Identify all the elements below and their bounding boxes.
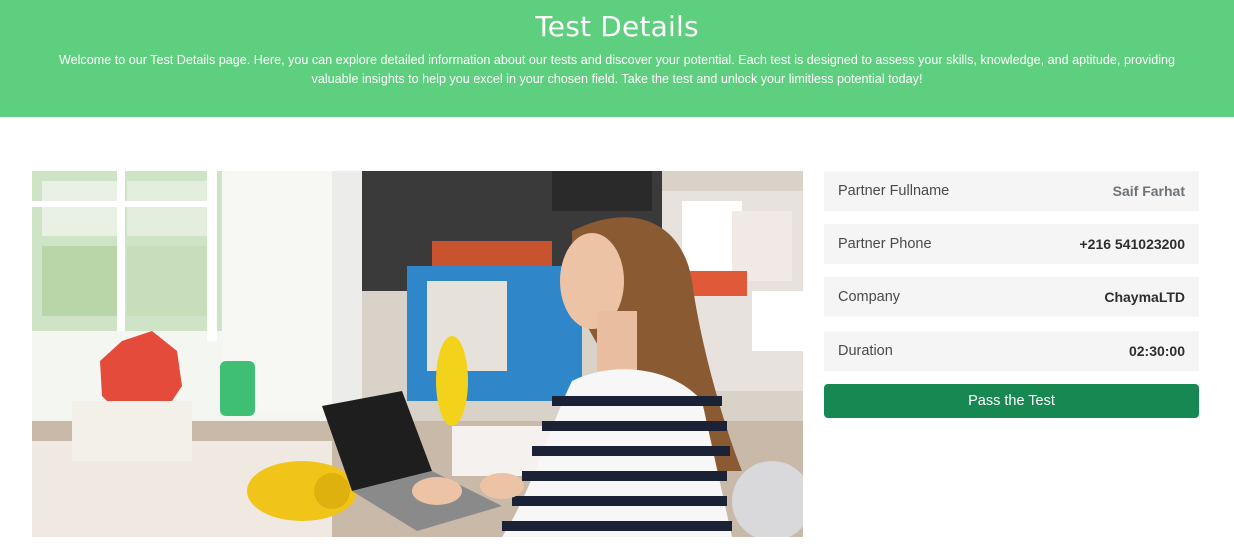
partner-phone-label: Partner Phone bbox=[838, 236, 932, 252]
page-description: Welcome to our Test Details page. Here, … bbox=[58, 53, 1176, 86]
partner-phone-row: Partner Phone +216 541023200 bbox=[824, 224, 1199, 264]
page-title: Test Details bbox=[535, 10, 699, 43]
page-header: Test Details Welcome to our Test Details… bbox=[0, 0, 1234, 117]
partner-fullname-label: Partner Fullname bbox=[838, 183, 950, 199]
test-image bbox=[32, 171, 803, 537]
partner-phone-value: +216 541023200 bbox=[1079, 236, 1186, 252]
duration-row: Duration 02:30:00 bbox=[824, 331, 1199, 371]
duration-label: Duration bbox=[838, 343, 893, 359]
partner-fullname-value: Saif Farhat bbox=[1112, 183, 1185, 199]
partner-fullname-row: Partner Fullname Saif Farhat bbox=[824, 171, 1199, 211]
duration-value: 02:30:00 bbox=[1128, 343, 1185, 359]
company-value: ChaymaLTD bbox=[1104, 289, 1185, 305]
company-row: Company ChaymaLTD bbox=[824, 277, 1199, 317]
pass-test-button[interactable]: Pass the Test bbox=[824, 384, 1199, 418]
company-label: Company bbox=[838, 289, 901, 305]
